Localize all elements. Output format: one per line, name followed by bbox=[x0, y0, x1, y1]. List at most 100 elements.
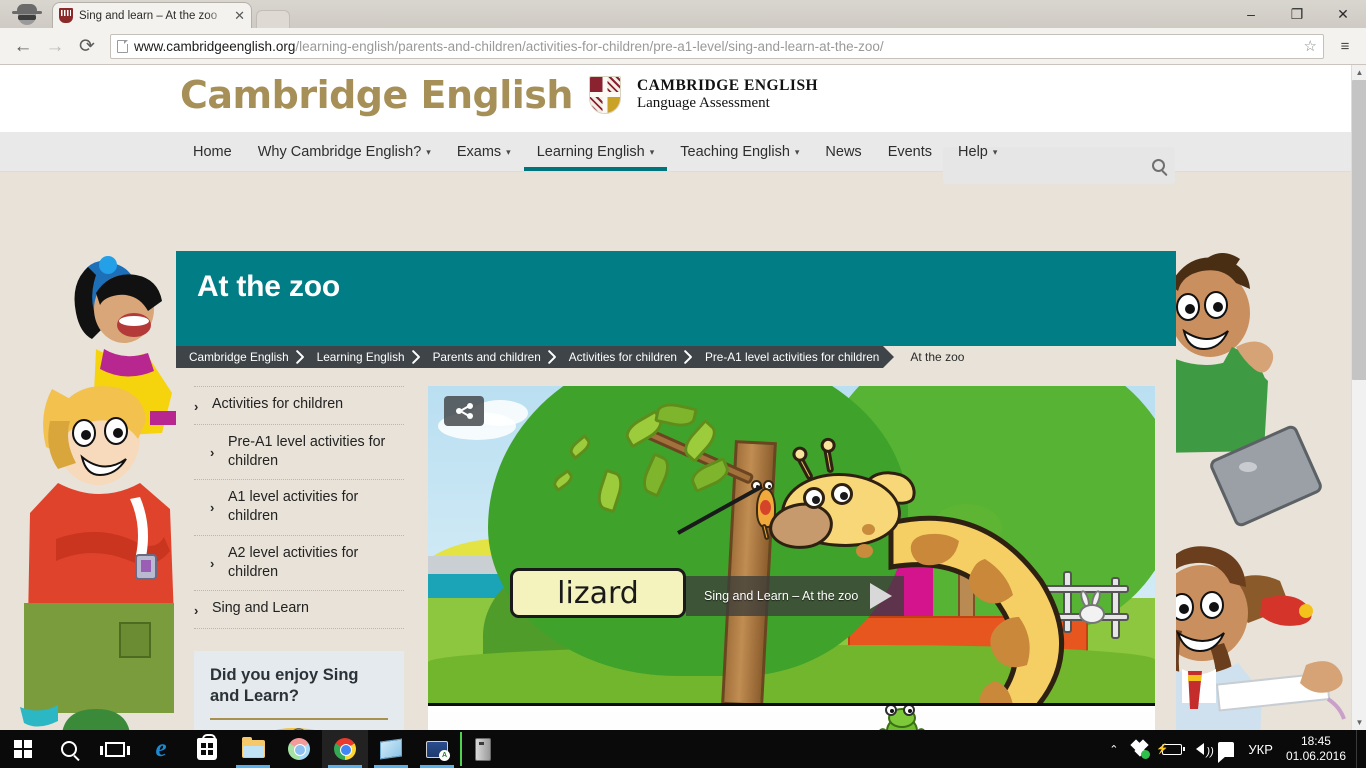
nav-item-learning-english[interactable]: Learning English ▾ bbox=[523, 132, 668, 171]
breadcrumb-label: Parents and children bbox=[432, 350, 541, 364]
sidebar-item-a1-level[interactable]: › A1 level activities for children bbox=[194, 480, 404, 536]
vocabulary-card: lizard bbox=[510, 568, 686, 618]
clock[interactable]: 18:45 01.06.2016 bbox=[1280, 734, 1356, 764]
close-button[interactable]: ✕ bbox=[1320, 0, 1366, 28]
scroll-down-arrow-icon[interactable]: ▼ bbox=[1352, 715, 1366, 730]
bookmark-star-icon[interactable]: ☆ bbox=[1304, 37, 1317, 55]
edge-button[interactable]: e bbox=[138, 730, 184, 768]
sidebar-item-pre-a1-level[interactable]: › Pre-A1 level activities for children bbox=[194, 425, 404, 481]
nav-label: Exams bbox=[456, 143, 502, 160]
main-content: lizard Sing and Learn – At the zoo bbox=[428, 386, 1155, 730]
chevron-right-icon: › bbox=[210, 500, 215, 516]
video-title-overlay[interactable]: Sing and Learn – At the zoo bbox=[686, 576, 905, 616]
address-bar[interactable]: www.cambridgeenglish.org/learning-englis… bbox=[110, 33, 1324, 59]
giraffe-figure bbox=[766, 431, 1103, 703]
scrollbar-thumb[interactable] bbox=[1352, 80, 1366, 380]
nav-label: Home bbox=[193, 143, 232, 160]
sidebar-item-activities-for-children[interactable]: › Activities for children bbox=[194, 387, 404, 425]
nav-label: Teaching English bbox=[680, 143, 790, 160]
new-tab-button[interactable] bbox=[256, 10, 290, 28]
nav-item-events[interactable]: Events bbox=[875, 132, 945, 171]
back-button[interactable]: ← bbox=[8, 32, 38, 60]
site-header: Cambridge English CAMBRIDGE ENGLISH Lang… bbox=[0, 65, 1366, 132]
breadcrumb-label: Activities for children bbox=[568, 350, 677, 364]
browser-toolbar: ← → ⟳ www.cambridgeenglish.org/learning-… bbox=[0, 28, 1366, 65]
spy-icon bbox=[12, 4, 42, 26]
file-explorer-button[interactable] bbox=[230, 730, 276, 768]
notes-button[interactable] bbox=[368, 730, 414, 768]
windows-logo-icon bbox=[14, 740, 32, 758]
url-text: www.cambridgeenglish.org/learning-englis… bbox=[134, 39, 1298, 54]
share-icon bbox=[455, 403, 473, 419]
promo-heading: Did you enjoy Sing and Learn? bbox=[210, 665, 359, 705]
page-body: › Activities for children › Pre-A1 level… bbox=[176, 368, 1176, 730]
nav-label: Learning English bbox=[536, 143, 645, 160]
browser-tab[interactable]: Sing and learn – At the zoo ✕ bbox=[52, 2, 252, 28]
share-button[interactable] bbox=[444, 396, 484, 426]
computer-button[interactable] bbox=[460, 730, 506, 768]
page-hero: At the zoo bbox=[176, 251, 1176, 346]
show-desktop-button[interactable] bbox=[1356, 730, 1362, 768]
crest-line-2: Language Assessment bbox=[636, 95, 770, 112]
monitor-icon bbox=[426, 740, 450, 761]
breadcrumb: Cambridge English Learning English Paren… bbox=[176, 346, 1176, 368]
nav-item-why-cambridge-english[interactable]: Why Cambridge English? ▾ bbox=[245, 132, 444, 171]
breadcrumb-item-parents-and-children[interactable]: Parents and children bbox=[423, 346, 545, 368]
dropbox-tray-icon[interactable] bbox=[1125, 730, 1155, 768]
notifications-tray-icon[interactable] bbox=[1211, 730, 1241, 768]
chevron-right-icon: › bbox=[210, 444, 215, 460]
breadcrumb-item-activities-for-children[interactable]: Activities for children bbox=[559, 346, 681, 368]
nav-item-help[interactable]: Help ▾ bbox=[945, 132, 1010, 171]
nav-item-teaching-english[interactable]: Teaching English ▾ bbox=[667, 132, 812, 171]
task-view-button[interactable] bbox=[92, 730, 138, 768]
chrome-canary-button[interactable] bbox=[276, 730, 322, 768]
tab-close-icon[interactable]: ✕ bbox=[234, 9, 245, 22]
children-illustration-left-svg bbox=[20, 256, 176, 730]
battery-icon: ⚡ bbox=[1156, 743, 1186, 755]
notification-icon bbox=[1218, 741, 1235, 763]
clock-date: 01.06.2016 bbox=[1285, 749, 1346, 763]
start-button[interactable] bbox=[0, 730, 46, 768]
nav-item-home[interactable]: Home bbox=[180, 132, 245, 171]
battery-tray-icon[interactable]: ⚡ bbox=[1155, 730, 1189, 768]
maximize-button[interactable]: ❐ bbox=[1274, 0, 1320, 28]
breadcrumb-label: Cambridge English bbox=[189, 350, 289, 364]
browser-window: Sing and learn – At the zoo ✕ – ❐ ✕ ← → … bbox=[0, 0, 1366, 730]
sidebar-item-sing-and-learn[interactable]: › Sing and Learn bbox=[194, 591, 404, 629]
page-scrollbar[interactable]: ▲ ▼ bbox=[1351, 65, 1366, 730]
breadcrumb-item-pre-a1-level[interactable]: Pre-A1 level activities for children bbox=[695, 346, 883, 368]
search-icon[interactable] bbox=[1152, 159, 1165, 172]
clock-time: 18:45 bbox=[1300, 734, 1331, 748]
giraffe-eye bbox=[831, 483, 853, 505]
search-button[interactable] bbox=[46, 730, 92, 768]
page-title: At the zoo bbox=[197, 270, 340, 303]
cambridge-crest-favicon bbox=[59, 8, 73, 23]
folder-icon bbox=[241, 737, 265, 758]
chrome-menu-icon[interactable]: ≡ bbox=[1332, 38, 1358, 55]
frog-figure bbox=[874, 706, 930, 730]
tray-expand-icon[interactable]: ⌃ bbox=[1102, 730, 1125, 768]
video-player[interactable]: lizard Sing and Learn – At the zoo bbox=[428, 386, 1155, 706]
reload-button[interactable]: ⟳ bbox=[72, 32, 102, 60]
minimize-button[interactable]: – bbox=[1228, 0, 1274, 28]
sidebar-item-a2-level[interactable]: › A2 level activities for children bbox=[194, 536, 404, 592]
breadcrumb-item-cambridge-english[interactable]: Cambridge English bbox=[176, 346, 293, 368]
store-icon bbox=[197, 734, 217, 760]
site-logo[interactable]: Cambridge English CAMBRIDGE ENGLISH Lang… bbox=[180, 73, 818, 117]
chrome-button[interactable] bbox=[322, 730, 368, 768]
page-info-icon[interactable] bbox=[117, 39, 128, 53]
language-indicator[interactable]: УКР bbox=[1241, 730, 1280, 768]
play-icon[interactable] bbox=[870, 583, 893, 609]
nav-item-news[interactable]: News bbox=[812, 132, 874, 171]
store-button[interactable] bbox=[184, 730, 230, 768]
breadcrumb-item-learning-english[interactable]: Learning English bbox=[307, 346, 409, 368]
nav-label: Events bbox=[887, 143, 933, 160]
nav-item-exams[interactable]: Exams ▾ bbox=[444, 132, 524, 171]
logo-wordmark: Cambridge English bbox=[180, 73, 573, 117]
note-icon bbox=[380, 738, 402, 760]
volume-tray-icon[interactable]: )) bbox=[1189, 730, 1214, 768]
breadcrumb-tail bbox=[883, 346, 895, 368]
remote-desktop-button[interactable] bbox=[414, 730, 460, 768]
scroll-up-arrow-icon[interactable]: ▲ bbox=[1352, 65, 1366, 80]
forward-button[interactable]: → bbox=[40, 32, 70, 60]
